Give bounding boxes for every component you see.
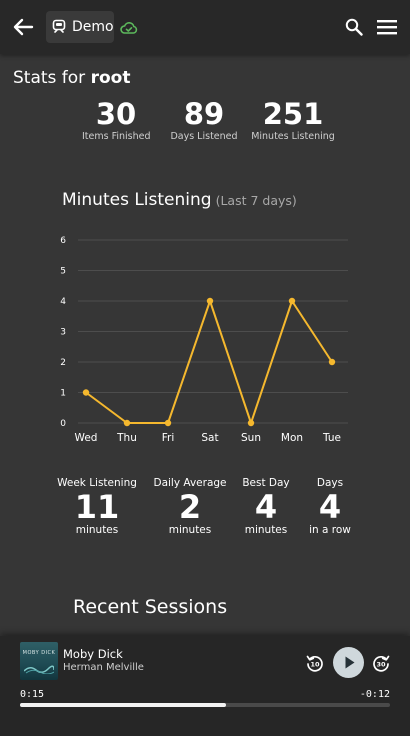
data-point[interactable] bbox=[123, 419, 131, 427]
recent-sessions-title: Recent Sessions bbox=[73, 596, 228, 618]
rewind-button[interactable]: 10 bbox=[305, 653, 325, 673]
week-listening-unit: minutes bbox=[75, 524, 119, 536]
forward-seconds: 30 bbox=[376, 660, 386, 668]
items-finished-stat: 30 Items Finished bbox=[82, 97, 151, 142]
cover-title: MOBY DICK bbox=[22, 650, 56, 656]
data-point[interactable] bbox=[164, 419, 172, 427]
stats-username: root bbox=[90, 68, 131, 88]
book-cover[interactable]: MOBY DICK bbox=[20, 642, 58, 680]
y-tick-label: 3 bbox=[60, 328, 66, 338]
data-point[interactable] bbox=[82, 389, 90, 396]
chart-title-sub: (Last 7 days) bbox=[215, 193, 297, 208]
rewind-10-icon: 10 bbox=[306, 655, 323, 672]
days-listened-label: Days Listened bbox=[170, 131, 238, 142]
best-day-unit: minutes bbox=[244, 524, 288, 536]
x-tick-label: Mon bbox=[281, 432, 303, 444]
forward-30-icon: 30 bbox=[373, 655, 390, 672]
library-name: Demo bbox=[72, 19, 114, 35]
back-button[interactable] bbox=[10, 15, 36, 39]
x-tick-label: Wed bbox=[75, 432, 98, 444]
y-tick-label: 1 bbox=[60, 389, 66, 399]
days-in-row-value: 4 bbox=[318, 488, 342, 526]
best-day-stat: Best Day 4 minutes bbox=[238, 477, 294, 536]
search-icon[interactable] bbox=[345, 18, 363, 36]
arrow-left-icon bbox=[13, 18, 34, 36]
data-point[interactable] bbox=[206, 297, 214, 305]
time-current: 0:15 bbox=[20, 689, 45, 700]
time-remaining: -0:12 bbox=[359, 689, 390, 700]
menu-icon[interactable] bbox=[377, 19, 397, 35]
book-author[interactable]: Herman Melville bbox=[63, 662, 144, 673]
stats-title-prefix: Stats for bbox=[13, 68, 86, 88]
chart-title: Minutes Listening (Last 7 days) bbox=[62, 190, 297, 210]
chart-title-main: Minutes Listening bbox=[62, 190, 212, 210]
rewind-seconds: 10 bbox=[310, 660, 320, 668]
minutes-listening-stat: 251 Minutes Listening bbox=[250, 98, 336, 142]
play-icon bbox=[345, 656, 355, 669]
daily-average-unit: minutes bbox=[168, 524, 212, 536]
forward-button[interactable]: 30 bbox=[371, 653, 391, 673]
days-listened-value: 89 bbox=[183, 97, 225, 131]
x-tick-label: Sun bbox=[241, 432, 261, 444]
data-point[interactable] bbox=[288, 297, 296, 305]
items-finished-value: 30 bbox=[95, 97, 137, 131]
x-tick-label: Thu bbox=[116, 432, 137, 444]
cloud-check-icon bbox=[120, 20, 138, 34]
app-bar: Demo bbox=[0, 0, 410, 54]
play-button[interactable] bbox=[333, 647, 364, 678]
x-tick-label: Sat bbox=[201, 432, 218, 444]
minutes-listening-label: Minutes Listening bbox=[251, 131, 335, 142]
days-in-row-unit: in a row bbox=[309, 524, 351, 536]
stats-title: Stats for root bbox=[13, 68, 130, 88]
library-icon bbox=[52, 19, 66, 35]
items-finished-label: Items Finished bbox=[82, 131, 151, 142]
week-listening-stat: Week Listening 11 minutes bbox=[57, 477, 137, 536]
daily-average-value: 2 bbox=[178, 488, 202, 526]
player-bar: MOBY DICK Moby Dick Herman Melville 10 3… bbox=[0, 636, 410, 736]
minutes-listening-chart: 0 1 2 3 4 5 6 Wed Thu Fri Sat Sun Mon Tue bbox=[60, 236, 348, 444]
daily-average-stat: Daily Average 2 minutes bbox=[152, 477, 228, 536]
cover-wave-art bbox=[24, 665, 54, 674]
data-point[interactable] bbox=[328, 358, 336, 366]
progress-bar[interactable] bbox=[20, 703, 390, 707]
data-point[interactable] bbox=[247, 419, 255, 427]
days-listened-stat: 89 Days Listened bbox=[170, 98, 238, 142]
library-selector[interactable]: Demo bbox=[46, 11, 114, 43]
book-title[interactable]: Moby Dick bbox=[63, 647, 123, 661]
y-tick-label: 2 bbox=[60, 358, 66, 368]
y-tick-label: 5 bbox=[60, 267, 66, 277]
y-tick-label: 6 bbox=[60, 236, 66, 246]
days-in-row-stat: Days 4 in a row bbox=[306, 477, 354, 536]
best-day-value: 4 bbox=[254, 488, 278, 526]
x-tick-label: Tue bbox=[322, 432, 341, 444]
y-tick-label: 4 bbox=[60, 297, 66, 307]
y-tick-label: 0 bbox=[60, 419, 66, 429]
week-listening-value: 11 bbox=[74, 488, 120, 526]
progress-fill bbox=[20, 703, 226, 707]
x-tick-label: Fri bbox=[162, 432, 175, 444]
minutes-listening-value: 251 bbox=[262, 97, 324, 131]
